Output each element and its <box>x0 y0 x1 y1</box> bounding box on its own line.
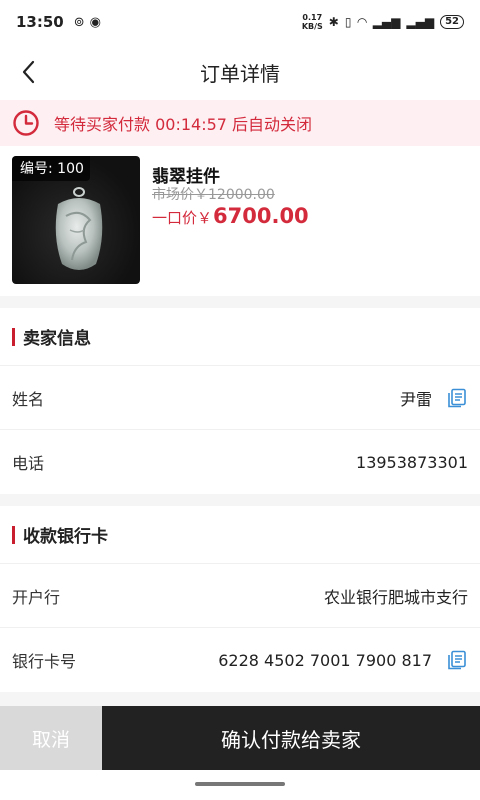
status-notification-icons: ⊚ ◉ <box>74 15 101 30</box>
seller-name-value: 尹雷 <box>399 389 432 409</box>
product-image[interactable]: 编号: 100 <box>12 156 140 284</box>
wifi-icon: ◠ <box>357 15 367 29</box>
seller-info-card: 卖家信息 姓名 尹雷 电话 13953873301 <box>0 308 480 494</box>
fixed-price-label: 一口价￥ <box>152 209 213 227</box>
app-notification-icon: ⊚ <box>73 14 85 30</box>
status-indicators: 0.17 KB/S ✱ ▯ ◠ ▂▄▆ ▂▄▆ 52 <box>302 13 464 31</box>
bank-name-value: 农业银行肥城市支行 <box>323 587 468 607</box>
gesture-area <box>0 770 480 800</box>
copy-icon[interactable] <box>446 649 468 671</box>
bank-card-number-value: 6228 4502 7001 7900 817 <box>218 650 432 670</box>
seller-phone-row: 电话 13953873301 <box>0 430 480 494</box>
fixed-price-value: 6700.00 <box>213 204 309 228</box>
page-title: 订单详情 <box>200 61 280 86</box>
cancel-button[interactable]: 取消 <box>0 706 102 770</box>
net-speed-unit: KB/S <box>301 22 323 31</box>
bank-card-title: 收款银行卡 <box>23 527 108 547</box>
seller-phone-value: 13953873301 <box>356 452 468 472</box>
seller-name-label: 姓名 <box>12 389 45 409</box>
bank-name-label: 开户行 <box>12 587 61 607</box>
product-card: 编号: 100 翡翠挂件 市场价￥12000.00 一口价￥ 6700.00 <box>0 146 480 296</box>
seller-phone-label: 电话 <box>12 454 45 473</box>
home-indicator[interactable] <box>195 782 285 786</box>
section-accent-bar <box>12 327 15 346</box>
vibrate-icon: ▯ <box>344 15 352 29</box>
seller-info-title: 卖家信息 <box>23 329 91 349</box>
copy-icon[interactable] <box>446 387 468 409</box>
fixed-price: 一口价￥ 6700.00 <box>152 204 309 228</box>
countdown-text: 等待买家付款 00:14:57 后自动关闭 <box>54 115 313 134</box>
bluetooth-icon: ✱ <box>328 15 339 29</box>
chevron-left-icon <box>22 60 35 84</box>
confirm-payment-button[interactable]: 确认付款给卖家 <box>102 706 480 770</box>
section-accent-bar <box>12 525 15 544</box>
jade-pendant-image <box>55 187 103 270</box>
bank-name-row: 开户行 农业银行肥城市支行 <box>0 564 480 628</box>
seller-info-header: 卖家信息 <box>0 308 480 366</box>
signal-icon: ▂▄▆ <box>372 15 401 29</box>
bank-card-header: 收款银行卡 <box>0 506 480 564</box>
bank-card-number-label: 银行卡号 <box>12 652 77 671</box>
seller-name-row: 姓名 尹雷 <box>0 366 480 430</box>
market-price: 市场价￥12000.00 <box>152 187 275 203</box>
net-speed-value: 0.17 <box>302 13 323 22</box>
hd-signal-icon: ▂▄▆ <box>406 15 435 29</box>
countdown-banner: 等待买家付款 00:14:57 后自动关闭 <box>0 100 480 146</box>
clock-icon <box>13 110 39 136</box>
status-time: 13:50 <box>16 13 64 31</box>
bottom-action-bar: 取消 确认付款给卖家 <box>0 706 480 770</box>
net-speed: 0.17 KB/S <box>302 13 323 31</box>
battery-icon: 52 <box>440 15 464 29</box>
app-notification-icon-2: ◉ <box>89 14 101 30</box>
status-bar: 13:50 ⊚ ◉ 0.17 KB/S ✱ ▯ ◠ ▂▄▆ ▂▄▆ 52 <box>0 0 480 44</box>
nav-bar: 订单详情 <box>0 44 480 100</box>
bank-card-section: 收款银行卡 开户行 农业银行肥城市支行 银行卡号 6228 4502 7001 … <box>0 506 480 692</box>
back-button[interactable] <box>14 58 42 86</box>
bank-card-number-row: 银行卡号 6228 4502 7001 7900 817 <box>0 628 480 692</box>
product-code-badge: 编号: 100 <box>12 156 90 181</box>
